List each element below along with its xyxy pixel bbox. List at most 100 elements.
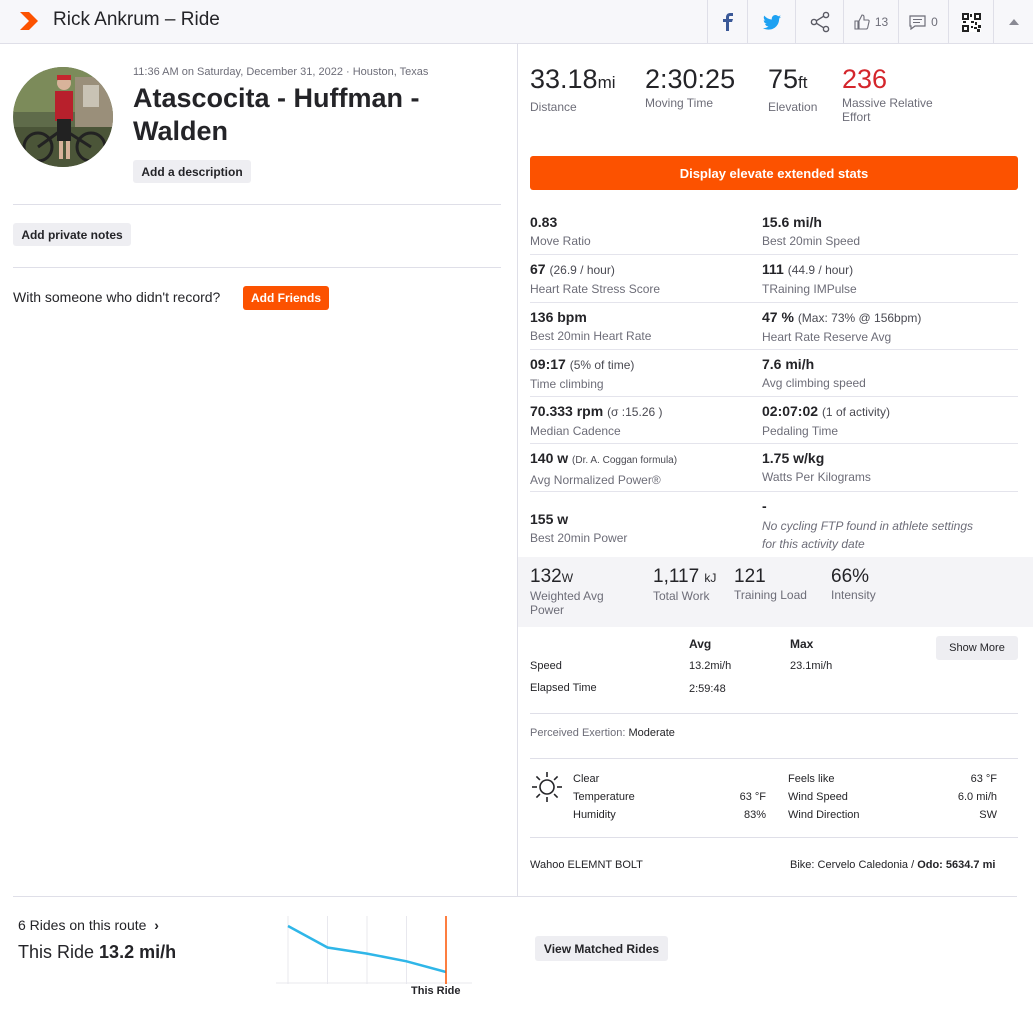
comments-count: 0 [931,15,938,29]
stat-time-climbing: 09:17 (5% of time) Time climbing [530,355,634,392]
stat-label: Best 20min Speed [762,234,861,248]
kudos-count: 13 [874,15,889,29]
stats-row: 09:17 (5% of time) Time climbing 7.6 mi/… [530,350,1018,397]
elevate-extended-stats-button[interactable]: Display elevate extended stats [530,156,1018,190]
header-actions: 13 0 [707,0,1033,44]
divider [13,204,501,205]
stat-value: 121 [734,566,766,587]
comment-icon [909,14,926,30]
rides-on-route-text: 6 Rides on this route [18,917,147,933]
stat-pedaling-time: 02:07:02 (1 of activity) Pedaling Time [762,402,890,439]
stat-value: 66% [831,566,870,587]
stat-label: Time climbing [530,377,604,391]
stat-label: Watts Per Kilograms [762,470,871,484]
stat-distance: 33.18mi Distance [530,64,616,114]
chevron-right-icon: › [154,917,159,933]
kudos-button[interactable]: 13 [843,0,898,44]
stat-label: Median Cadence [530,424,621,438]
stat-label: Weighted Avg Power [530,589,604,617]
sun-icon [532,772,562,802]
humidity-label: Humidity [573,809,616,821]
humidity-value: 83% [743,809,766,821]
twitter-share-button[interactable] [747,0,795,44]
stat-relative-effort[interactable]: 236 Massive Relative Effort [842,64,952,124]
stats-row: 67 (26.9 / hour) Heart Rate Stress Score… [530,255,1018,303]
facebook-icon [722,13,733,31]
stat-unit: W [561,571,574,585]
stat-value: 111 [762,261,784,277]
stat-value: 2:30:25 [645,64,736,94]
add-friends-button[interactable]: Add Friends [243,286,329,310]
qr-code-icon [961,12,981,32]
qr-code-button[interactable] [948,0,993,44]
stat-value: 70.333 rpm [530,403,604,419]
stat-label: Moving Time [645,96,714,110]
stat-unit: kJ [704,571,717,585]
stats-row: 70.333 rpm (σ :15.26 ) Median Cadence 02… [530,397,1018,444]
stat-value: 236 [842,64,888,94]
stat-value: 1,117 [653,566,700,587]
page-header: Rick Ankrum – Ride 13 0 [0,0,1033,44]
divider [13,267,501,268]
show-more-button[interactable]: Show More [936,636,1018,660]
thumbs-up-icon [854,14,870,30]
stat-value: 136 bpm [530,309,587,325]
stat-value: 1.75 w/kg [762,450,825,466]
row-label-speed: Speed [530,660,562,672]
comments-button[interactable]: 0 [898,0,948,44]
stat-total-work: 1,117 kJ Total Work [653,566,716,603]
stat-label: TRaining IMPulse [762,282,857,296]
collapse-header-button[interactable] [993,0,1033,44]
stat-label: Best 20min Heart Rate [530,329,652,343]
share-button[interactable] [795,0,843,44]
facebook-share-button[interactable] [707,0,747,44]
activity-datetime: 11:36 AM on Saturday, December 31, 2022 … [133,66,429,78]
divider [530,713,1018,714]
stat-value: 67 [530,261,546,277]
stat-training-load: 121 Training Load [734,566,807,602]
stat-label: Move Ratio [530,234,591,248]
caret-up-icon [1008,19,1019,25]
temperature-value: 63 °F [739,791,766,803]
stat-value: 47 % [762,309,794,325]
stat-label: Training Load [734,588,807,602]
stat-moving-time: 2:30:25 Moving Time [645,64,735,110]
bike-info[interactable]: Bike: Cervelo Caledonia / Odo: 5634.7 mi [790,859,995,871]
stat-value: - [762,498,767,514]
stat-hr-reserve: 47 % (Max: 73% @ 156bpm) Heart Rate Rese… [762,308,921,345]
bike-odometer: Odo: 5634.7 mi [917,859,996,871]
stat-avg-climbing-speed: 7.6 mi/h Avg climbing speed [762,355,866,391]
stat-ftp: - No cycling FTP found in athlete settin… [762,497,982,553]
add-description-button[interactable]: Add a description [133,160,251,183]
stat-label: Pedaling Time [762,424,839,438]
stat-label: Avg climbing speed [762,376,866,390]
stat-intensity: 66% Intensity [831,566,876,602]
strava-chevron-icon [20,12,38,30]
stat-extra: (Dr. A. Coggan formula) [572,455,678,466]
column-header-avg: Avg [689,637,712,651]
stat-label: Massive Relative Effort [842,96,933,124]
feels-like-label: Feels like [788,773,835,785]
page-title: Rick Ankrum – Ride [53,9,220,30]
stat-label: Distance [530,100,577,114]
stat-value: 09:17 [530,356,566,372]
stat-value: 33.18 [530,64,598,94]
twitter-icon [762,14,781,30]
divider [530,758,1018,759]
stat-value: 7.6 mi/h [762,356,815,372]
stat-extra: (44.9 / hour) [787,263,854,277]
athlete-avatar[interactable] [13,67,113,167]
view-matched-rides-button[interactable]: View Matched Rides [535,936,668,961]
stat-best-20min-speed: 15.6 mi/h Best 20min Speed [762,213,860,249]
divider [13,896,1017,897]
column-header-max: Max [790,637,814,651]
this-ride-value: 13.2 mi/h [99,942,177,962]
add-private-notes-button[interactable]: Add private notes [13,223,131,246]
stat-unit: ft [798,73,808,92]
stat-extra: (Max: 73% @ 156bpm) [797,311,922,325]
rides-on-route-link[interactable]: 6 Rides on this route › [18,917,159,933]
power-stats-panel: 132W Weighted Avg Power 1,117 kJ Total W… [518,557,1033,627]
elevate-stats-grid: 0.83 Move Ratio 15.6 mi/h Best 20min Spe… [530,208,1018,556]
stat-best-20min-power: 155 w Best 20min Power [530,510,627,546]
stats-row: 140 w (Dr. A. Coggan formula) Avg Normal… [530,444,1018,492]
